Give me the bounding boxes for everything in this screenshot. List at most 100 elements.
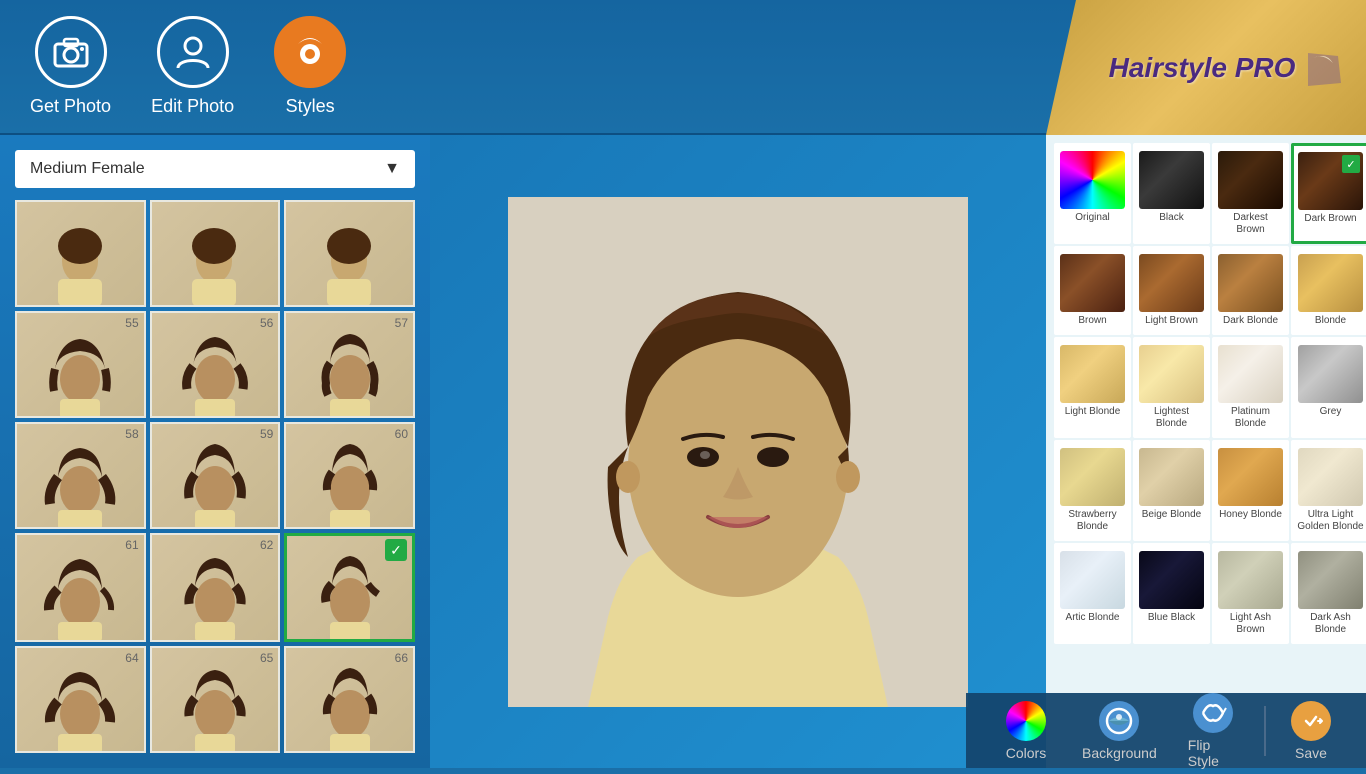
beige-blonde-swatch: ✓ <box>1139 448 1204 506</box>
blonde-swatch: ✓ <box>1298 254 1363 312</box>
color-label: Ultra Light Golden Blonde <box>1297 509 1364 533</box>
toolbar: Colors Background Flip Styl <box>966 693 1366 768</box>
colors-label: Colors <box>1006 745 1046 761</box>
list-item[interactable]: 56 <box>150 311 281 418</box>
style-number: 62 <box>260 538 273 552</box>
list-item[interactable]: 62 <box>150 533 281 642</box>
color-check-icon: ✓ <box>1342 155 1360 173</box>
toolbar-colors[interactable]: Colors <box>986 696 1066 766</box>
list-item[interactable]: 60 <box>284 422 415 529</box>
color-darkest-brown[interactable]: ✓ Darkest Brown <box>1212 143 1289 244</box>
ultra-light-swatch: ✓ <box>1298 448 1363 506</box>
light-ash-swatch: ✓ <box>1218 551 1283 609</box>
color-black[interactable]: ✓ Black <box>1133 143 1210 244</box>
dark-ash-swatch: ✓ <box>1298 551 1363 609</box>
style-number: 57 <box>395 316 408 330</box>
style-number: 60 <box>395 427 408 441</box>
color-dark-blonde[interactable]: ✓ Dark Blonde <box>1212 246 1289 335</box>
color-blue-black[interactable]: ✓ Blue Black <box>1133 543 1210 644</box>
hair-icon <box>274 16 346 88</box>
color-grey[interactable]: ✓ Grey <box>1291 337 1366 438</box>
style-thumb <box>152 202 279 305</box>
list-item[interactable]: 66 <box>284 646 415 753</box>
list-item[interactable]: 61 <box>15 533 146 642</box>
list-item[interactable]: 64 <box>15 646 146 753</box>
grey-swatch: ✓ <box>1298 345 1363 403</box>
list-item[interactable]: 57 <box>284 311 415 418</box>
color-strawberry-blonde[interactable]: ✓ Strawberry Blonde <box>1054 440 1131 541</box>
style-panel: Medium Female ▼ <box>0 135 430 768</box>
color-dark-brown[interactable]: ✓ Dark Brown <box>1291 143 1366 244</box>
color-label: Light Blonde <box>1065 406 1121 418</box>
color-label: Black <box>1159 212 1183 224</box>
list-item[interactable]: 58 <box>15 422 146 529</box>
style-thumb <box>286 202 413 305</box>
style-grid: 55 56 <box>15 200 415 753</box>
camera-icon <box>35 16 107 88</box>
color-honey-blonde[interactable]: ✓ Honey Blonde <box>1212 440 1289 541</box>
save-label: Save <box>1295 745 1327 761</box>
color-label: Blonde <box>1315 315 1346 327</box>
darkest-brown-swatch: ✓ <box>1218 151 1283 209</box>
color-lightest-blonde[interactable]: ✓ Lightest Blonde <box>1133 337 1210 438</box>
color-label: Artic Blonde <box>1066 612 1120 624</box>
color-artic-blonde[interactable]: ✓ Artic Blonde <box>1054 543 1131 644</box>
get-photo-label: Get Photo <box>30 96 111 117</box>
color-grid: ✓ Original ✓ Black ✓ Darkest Brown <box>1054 143 1358 644</box>
style-category-dropdown[interactable]: Medium Female ▼ <box>15 150 415 188</box>
main-content: Medium Female ▼ <box>0 135 1366 768</box>
color-dark-ash-blonde[interactable]: ✓ Dark Ash Blonde <box>1291 543 1366 644</box>
color-panel: ✓ Original ✓ Black ✓ Darkest Brown <box>1046 135 1366 768</box>
toolbar-flip-style[interactable]: Flip Style <box>1173 688 1254 774</box>
blue-black-swatch: ✓ <box>1139 551 1204 609</box>
list-item[interactable]: 55 <box>15 311 146 418</box>
color-platinum-blonde[interactable]: ✓ Platinum Blonde <box>1212 337 1289 438</box>
color-label: Brown <box>1078 315 1106 327</box>
toolbar-divider <box>1264 706 1266 756</box>
dropdown-value: Medium Female <box>30 160 145 178</box>
platinum-blonde-swatch: ✓ <box>1218 345 1283 403</box>
photo-frame <box>508 197 968 707</box>
color-label: Dark Brown <box>1304 213 1356 225</box>
style-cell-partial3[interactable] <box>284 200 415 307</box>
brown-swatch: ✓ <box>1060 254 1125 312</box>
original-swatch: ✓ <box>1060 151 1125 209</box>
style-cell-partial1[interactable] <box>15 200 146 307</box>
lightest-blonde-swatch: ✓ <box>1139 345 1204 403</box>
styles-label: Styles <box>286 96 335 117</box>
colors-icon <box>1006 701 1046 741</box>
save-icon <box>1291 701 1331 741</box>
list-item[interactable]: 59 <box>150 422 281 529</box>
color-ultra-light[interactable]: ✓ Ultra Light Golden Blonde <box>1291 440 1366 541</box>
color-light-blonde[interactable]: ✓ Light Blonde <box>1054 337 1131 438</box>
background-icon <box>1099 701 1139 741</box>
color-label: Light Brown <box>1145 315 1198 327</box>
list-item[interactable]: ✓ <box>284 533 415 642</box>
style-number: 61 <box>125 538 138 552</box>
color-light-ash-brown[interactable]: ✓ Light Ash Brown <box>1212 543 1289 644</box>
nav-bar: Get Photo Edit Photo Styles <box>30 16 346 117</box>
header: Get Photo Edit Photo Styles Hairst <box>0 0 1366 135</box>
flip-style-label: Flip Style <box>1188 737 1239 769</box>
color-label: Platinum Blonde <box>1218 406 1283 430</box>
nav-get-photo[interactable]: Get Photo <box>30 16 111 117</box>
color-brown[interactable]: ✓ Brown <box>1054 246 1131 335</box>
color-light-brown[interactable]: ✓ Light Brown <box>1133 246 1210 335</box>
color-beige-blonde[interactable]: ✓ Beige Blonde <box>1133 440 1210 541</box>
dark-brown-swatch: ✓ <box>1298 152 1363 210</box>
style-cell-partial2[interactable] <box>150 200 281 307</box>
toolbar-save[interactable]: Save <box>1276 696 1346 766</box>
color-blonde[interactable]: ✓ Blonde <box>1291 246 1366 335</box>
photo-area <box>430 135 1046 768</box>
honey-blonde-swatch: ✓ <box>1218 448 1283 506</box>
color-original[interactable]: ✓ Original <box>1054 143 1131 244</box>
list-item[interactable]: 65 <box>150 646 281 753</box>
style-number: 66 <box>395 651 408 665</box>
nav-styles[interactable]: Styles <box>274 16 346 117</box>
selected-check-icon: ✓ <box>385 539 407 561</box>
color-label: Dark Ash Blonde <box>1297 612 1364 636</box>
style-number: 64 <box>125 651 138 665</box>
toolbar-background[interactable]: Background <box>1071 696 1168 766</box>
nav-edit-photo[interactable]: Edit Photo <box>151 16 234 117</box>
light-blonde-swatch: ✓ <box>1060 345 1125 403</box>
